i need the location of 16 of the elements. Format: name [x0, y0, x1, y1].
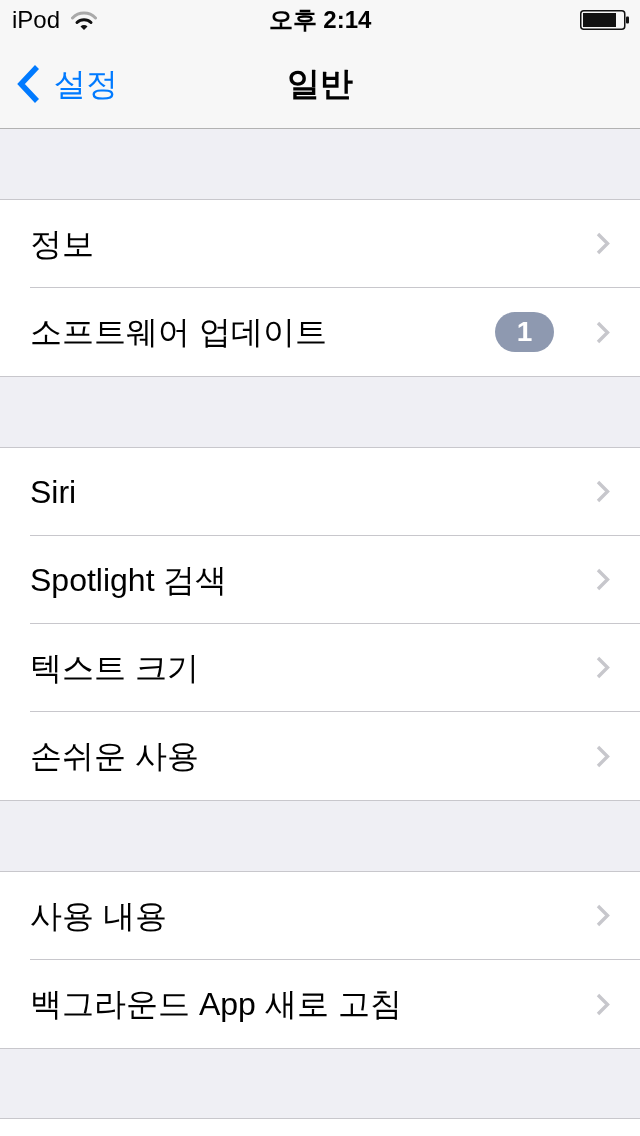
battery-icon [580, 10, 630, 30]
chevron-icon [596, 480, 610, 503]
back-chevron-icon [16, 64, 40, 104]
chevron-icon [596, 744, 610, 768]
status-time: 오후 2:14 [268, 5, 372, 35]
chevron-icon [596, 656, 610, 679]
back-button[interactable]: 설정 [16, 60, 118, 108]
count-badge: 1 [495, 312, 554, 352]
chevron-icon [596, 568, 610, 591]
chevron-icon [596, 904, 610, 927]
chevron-icon [596, 232, 610, 255]
nav-title: 일반 [287, 64, 353, 105]
device-name: iPod [12, 5, 61, 35]
chevron-icon [596, 992, 610, 1016]
wifi-icon [71, 10, 98, 30]
chevron-icon [596, 320, 610, 344]
